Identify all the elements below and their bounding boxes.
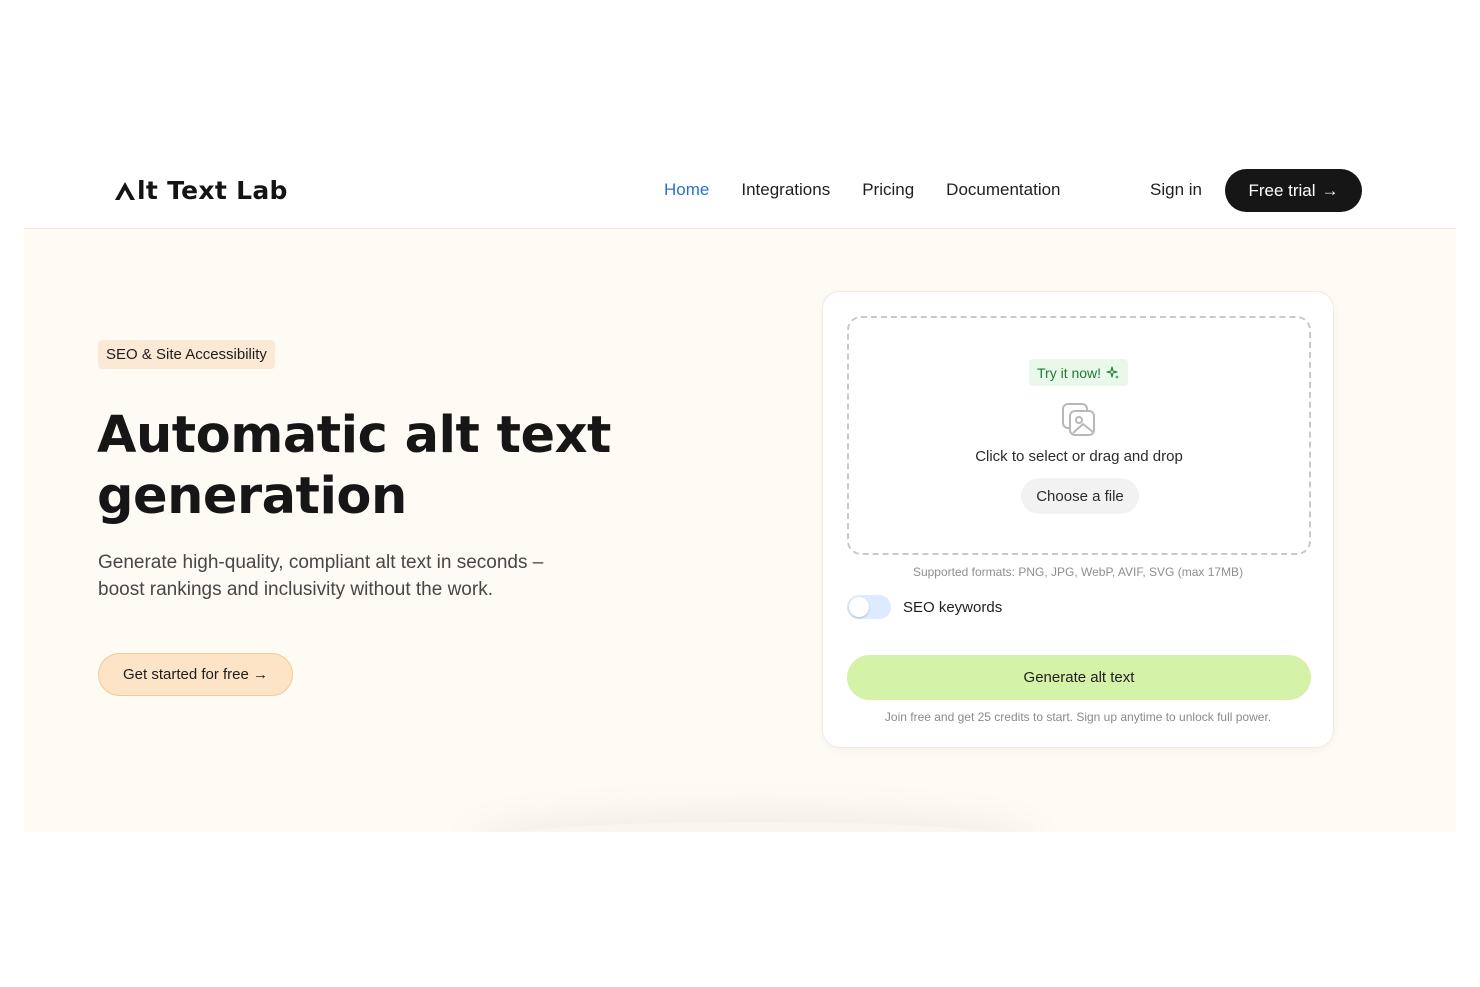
toggle-knob [849, 597, 869, 617]
arrow-right-icon: → [1321, 180, 1339, 200]
sparkle-icon [1106, 365, 1120, 379]
page-title: Automatic alt text generation [97, 405, 657, 527]
title-line-2: generation [97, 467, 407, 526]
image-stack-icon [1062, 403, 1095, 436]
main-nav: Home Integrations Pricing Documentation [664, 180, 1061, 200]
free-trial-button[interactable]: Free trial → [1225, 169, 1362, 212]
title-line-1: Automatic alt text [97, 406, 611, 465]
nav-documentation[interactable]: Documentation [946, 180, 1060, 200]
hero-bottom-shadow [474, 822, 1034, 832]
site-header: lt Text Lab Home Integrations Pricing Do… [24, 150, 1456, 229]
sign-in-link[interactable]: Sign in [1150, 180, 1202, 200]
get-started-button[interactable]: Get started for free → [98, 653, 293, 696]
hero-subtitle: Generate high-quality, compliant alt tex… [98, 552, 544, 600]
credits-note: Join free and get 25 credits to start. S… [884, 710, 1272, 724]
upload-card: Try it now! Click to select or drag and … [822, 291, 1334, 748]
logo-text: lt Text Lab [137, 176, 288, 205]
seo-keywords-toggle[interactable] [847, 595, 891, 619]
category-tag: SEO & Site Accessibility [98, 340, 275, 369]
try-now-label: Try it now! [1037, 364, 1102, 381]
free-trial-label: Free trial [1248, 180, 1316, 200]
page: lt Text Lab Home Integrations Pricing Do… [0, 0, 1480, 987]
try-now-badge: Try it now! [1029, 359, 1129, 386]
file-dropzone[interactable]: Try it now! Click to select or drag and … [847, 316, 1311, 555]
supported-formats-note: Supported formats: PNG, JPG, WebP, AVIF,… [912, 565, 1244, 579]
nav-pricing[interactable]: Pricing [862, 180, 914, 200]
seo-keywords-label: SEO keywords [903, 599, 1003, 616]
drop-instructions: Click to select or drag and drop [975, 448, 1183, 465]
hero-section: SEO & Site Accessibility Automatic alt t… [24, 229, 1456, 832]
choose-file-button[interactable]: Choose a file [1021, 478, 1139, 514]
logo[interactable]: lt Text Lab [114, 176, 288, 205]
nav-integrations[interactable]: Integrations [741, 180, 830, 200]
generate-alt-text-button[interactable]: Generate alt text [847, 655, 1311, 700]
triangle-a-logo-icon [115, 181, 135, 200]
nav-home[interactable]: Home [664, 180, 709, 200]
